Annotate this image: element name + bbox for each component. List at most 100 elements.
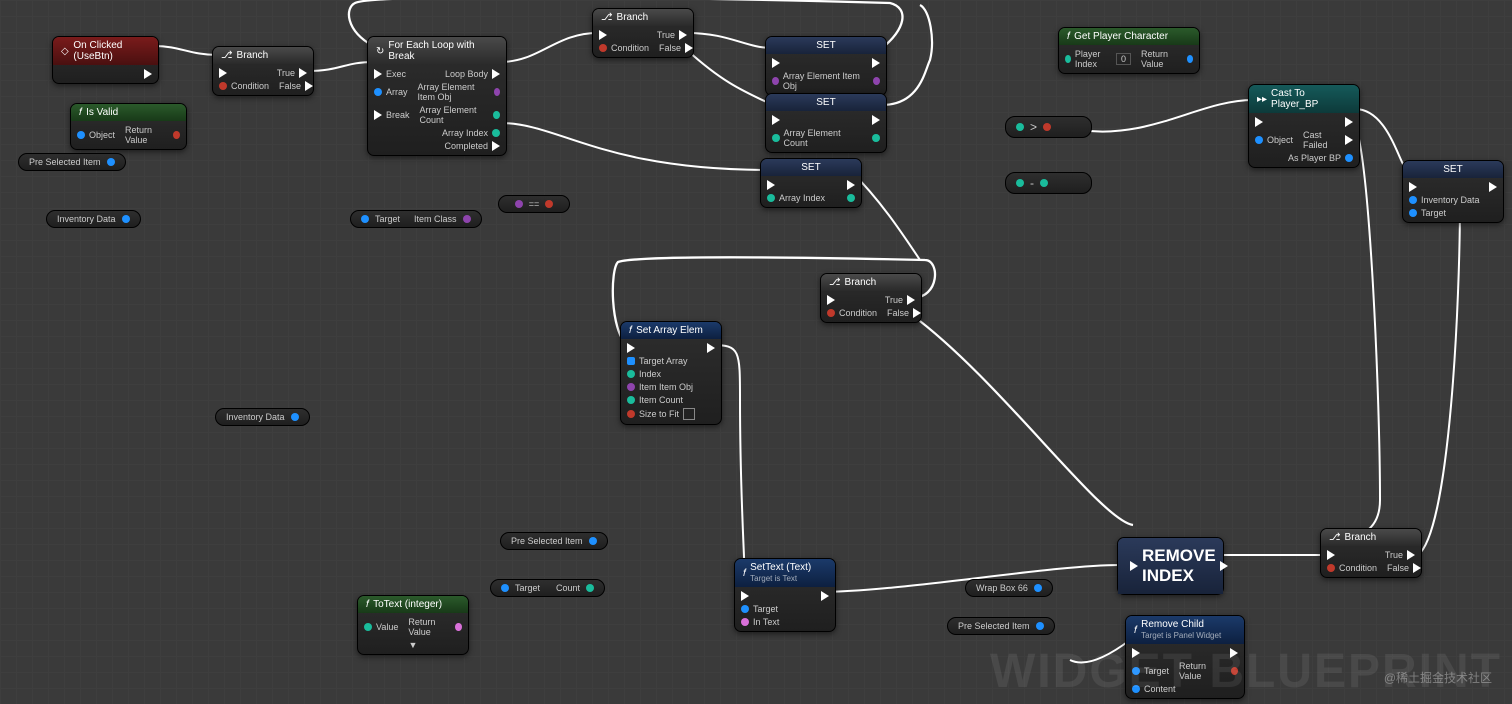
input-value[interactable]: 0 [1116,53,1131,65]
int-out-pin[interactable] [586,584,594,592]
exec-false-pin[interactable] [685,43,693,53]
out-pin[interactable] [873,77,880,85]
pin[interactable] [1409,196,1417,204]
target-pin[interactable] [1132,667,1140,675]
int-pin[interactable] [492,129,500,137]
object-out-pin[interactable] [107,158,115,166]
a-pin[interactable] [1016,123,1024,131]
bool-pin[interactable] [599,44,607,52]
var-preselected-item-2[interactable]: Pre Selected Item [500,532,608,550]
node-totext[interactable]: 𝑓ToText (integer) ValueReturn Value▼ [357,595,469,655]
text-pin[interactable] [741,618,749,626]
node-branch-4[interactable]: ⎇Branch True ConditionFalse [1320,528,1422,578]
obj-pin[interactable] [772,77,779,85]
exec-out-pin[interactable] [847,180,855,190]
exec-out-pin[interactable] [144,69,152,79]
exec-completed-pin[interactable] [492,141,500,151]
exec-true-pin[interactable] [299,68,307,78]
node-foreach-break[interactable]: ↻For Each Loop with Break ExecLoop Body … [367,36,507,156]
int-pin[interactable] [493,111,500,119]
bool-pin[interactable] [827,309,835,317]
exec-break-pin[interactable] [374,110,382,120]
node-target-count[interactable]: TargetCount [490,579,605,597]
object-pin[interactable] [77,131,85,139]
node-branch-1[interactable]: ⎇Branch True ConditionFalse [212,46,314,96]
node-subtract[interactable]: - [1005,172,1092,194]
array-pin[interactable] [627,357,635,365]
node-remove-child[interactable]: 𝑓Remove ChildTarget is Panel Widget Targ… [1125,615,1245,699]
node-set-array-elem[interactable]: 𝑓Set Array Elem Target Array Index Item … [620,321,722,425]
wild-pin[interactable] [494,88,500,96]
class-pin[interactable] [463,215,471,223]
node-branch-3[interactable]: ⎇Branch True ConditionFalse [820,273,922,323]
exec-true-pin[interactable] [1407,550,1415,560]
target-pin[interactable] [741,605,749,613]
exec-out-pin[interactable] [821,591,829,601]
array-pin[interactable] [374,88,382,96]
var-inventory-data-2[interactable]: Inventory Data [215,408,310,426]
object-out-pin[interactable] [122,215,130,223]
exec-in-pin[interactable] [741,591,749,601]
node-on-clicked[interactable]: ◇On Clicked (UseBtn) [52,36,159,84]
exec-in-pin[interactable] [827,295,835,305]
node-set-2[interactable]: SET Array Element Count [765,93,887,153]
text-out-pin[interactable] [455,623,462,631]
exec-in-pin[interactable] [1409,182,1417,192]
int-pin[interactable] [772,134,780,142]
exec-in-pin[interactable] [374,69,382,79]
node-equals[interactable]: == [498,195,570,213]
node-branch-2[interactable]: ⎇Branch True ConditionFalse [592,8,694,58]
bool-pin[interactable] [173,131,180,139]
exec-in-pin[interactable] [1132,648,1140,658]
obj-out-pin[interactable] [1036,622,1044,630]
bool-pin[interactable] [219,82,227,90]
bool-pin[interactable] [627,410,635,418]
var-wrap-box[interactable]: Wrap Box 66 [965,579,1053,597]
exec-out-pin[interactable] [1345,117,1353,127]
node-greater[interactable]: > [1005,116,1092,138]
var-preselected-item-3[interactable]: Pre Selected Item [947,617,1055,635]
node-settext[interactable]: 𝑓SetText (Text)Target is Text TargetIn T… [734,558,836,632]
exec-false-pin[interactable] [1413,563,1421,573]
int-pin[interactable] [364,623,372,631]
exec-in-pin[interactable] [772,58,780,68]
obj-out-pin[interactable] [589,537,597,545]
a-pin[interactable] [515,200,523,208]
node-get-player-character[interactable]: 𝑓Get Player Character Player Index0Retur… [1058,27,1200,74]
node-set-1[interactable]: SET Array Element Item Obj [765,36,887,96]
target-pin[interactable] [1409,209,1417,217]
exec-out-pin[interactable] [872,115,880,125]
exec-in-pin[interactable] [219,68,227,78]
exec-in-pin[interactable] [767,180,775,190]
exec-out-pin[interactable] [872,58,880,68]
node-is-valid[interactable]: 𝑓Is Valid ObjectReturn Value [70,103,187,150]
expand-icon[interactable]: ▼ [409,640,418,650]
node-cast-player-bp[interactable]: ▸▸Cast To Player_BP ObjectCast Failed As… [1248,84,1360,168]
a-pin[interactable] [1016,179,1024,187]
exec-in-pin[interactable] [772,115,780,125]
node-set-3[interactable]: SET Array Index [760,158,862,208]
var-inventory-data[interactable]: Inventory Data [46,210,141,228]
exec-out-pin[interactable] [1489,182,1497,192]
node-target-itemclass[interactable]: TargetItem Class [350,210,482,228]
int-pin[interactable] [1065,55,1071,63]
int-pin[interactable] [627,396,635,404]
exec-in-pin[interactable] [1255,117,1263,127]
var-preselected-item[interactable]: Pre Selected Item [18,153,126,171]
exec-in-pin[interactable] [1130,561,1138,571]
exec-in-pin[interactable] [627,343,635,353]
int-out-pin[interactable] [1040,179,1048,187]
content-pin[interactable] [1132,685,1140,693]
bool-out-pin[interactable] [1231,667,1238,675]
target-pin[interactable] [361,215,369,223]
bool-out-pin[interactable] [545,200,553,208]
exec-in-pin[interactable] [599,30,607,40]
target-pin[interactable] [501,584,509,592]
exec-true-pin[interactable] [907,295,915,305]
obj-out-pin[interactable] [1034,584,1042,592]
obj-out-pin[interactable] [291,413,299,421]
out-pin[interactable] [847,194,855,202]
exec-in-pin[interactable] [1327,550,1335,560]
exec-out-pin[interactable] [1230,648,1238,658]
exec-true-pin[interactable] [679,30,687,40]
